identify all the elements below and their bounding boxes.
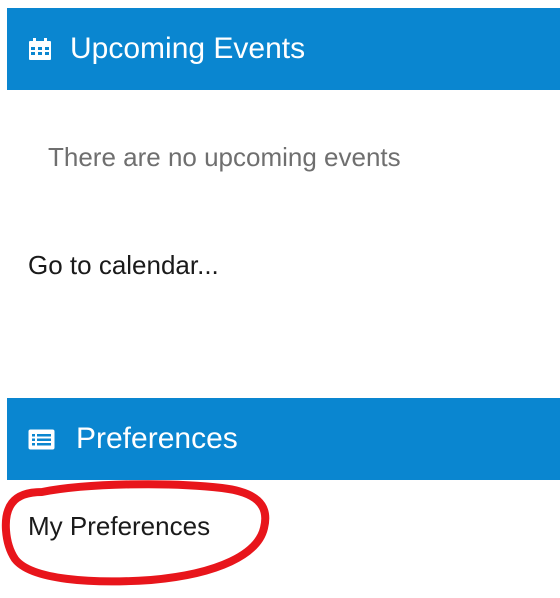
upcoming-events-header: Upcoming Events: [7, 8, 560, 90]
list-icon: [28, 429, 55, 450]
calendar-icon: [28, 37, 52, 61]
go-to-calendar-link[interactable]: Go to calendar...: [28, 250, 219, 281]
upcoming-events-title: Upcoming Events: [70, 32, 306, 65]
page: Upcoming Events There are no upcoming ev…: [0, 0, 560, 598]
no-events-message: There are no upcoming events: [48, 142, 401, 172]
preferences-title: Preferences: [76, 422, 238, 455]
my-preferences-link[interactable]: My Preferences: [28, 511, 210, 542]
preferences-header: Preferences: [7, 398, 560, 480]
